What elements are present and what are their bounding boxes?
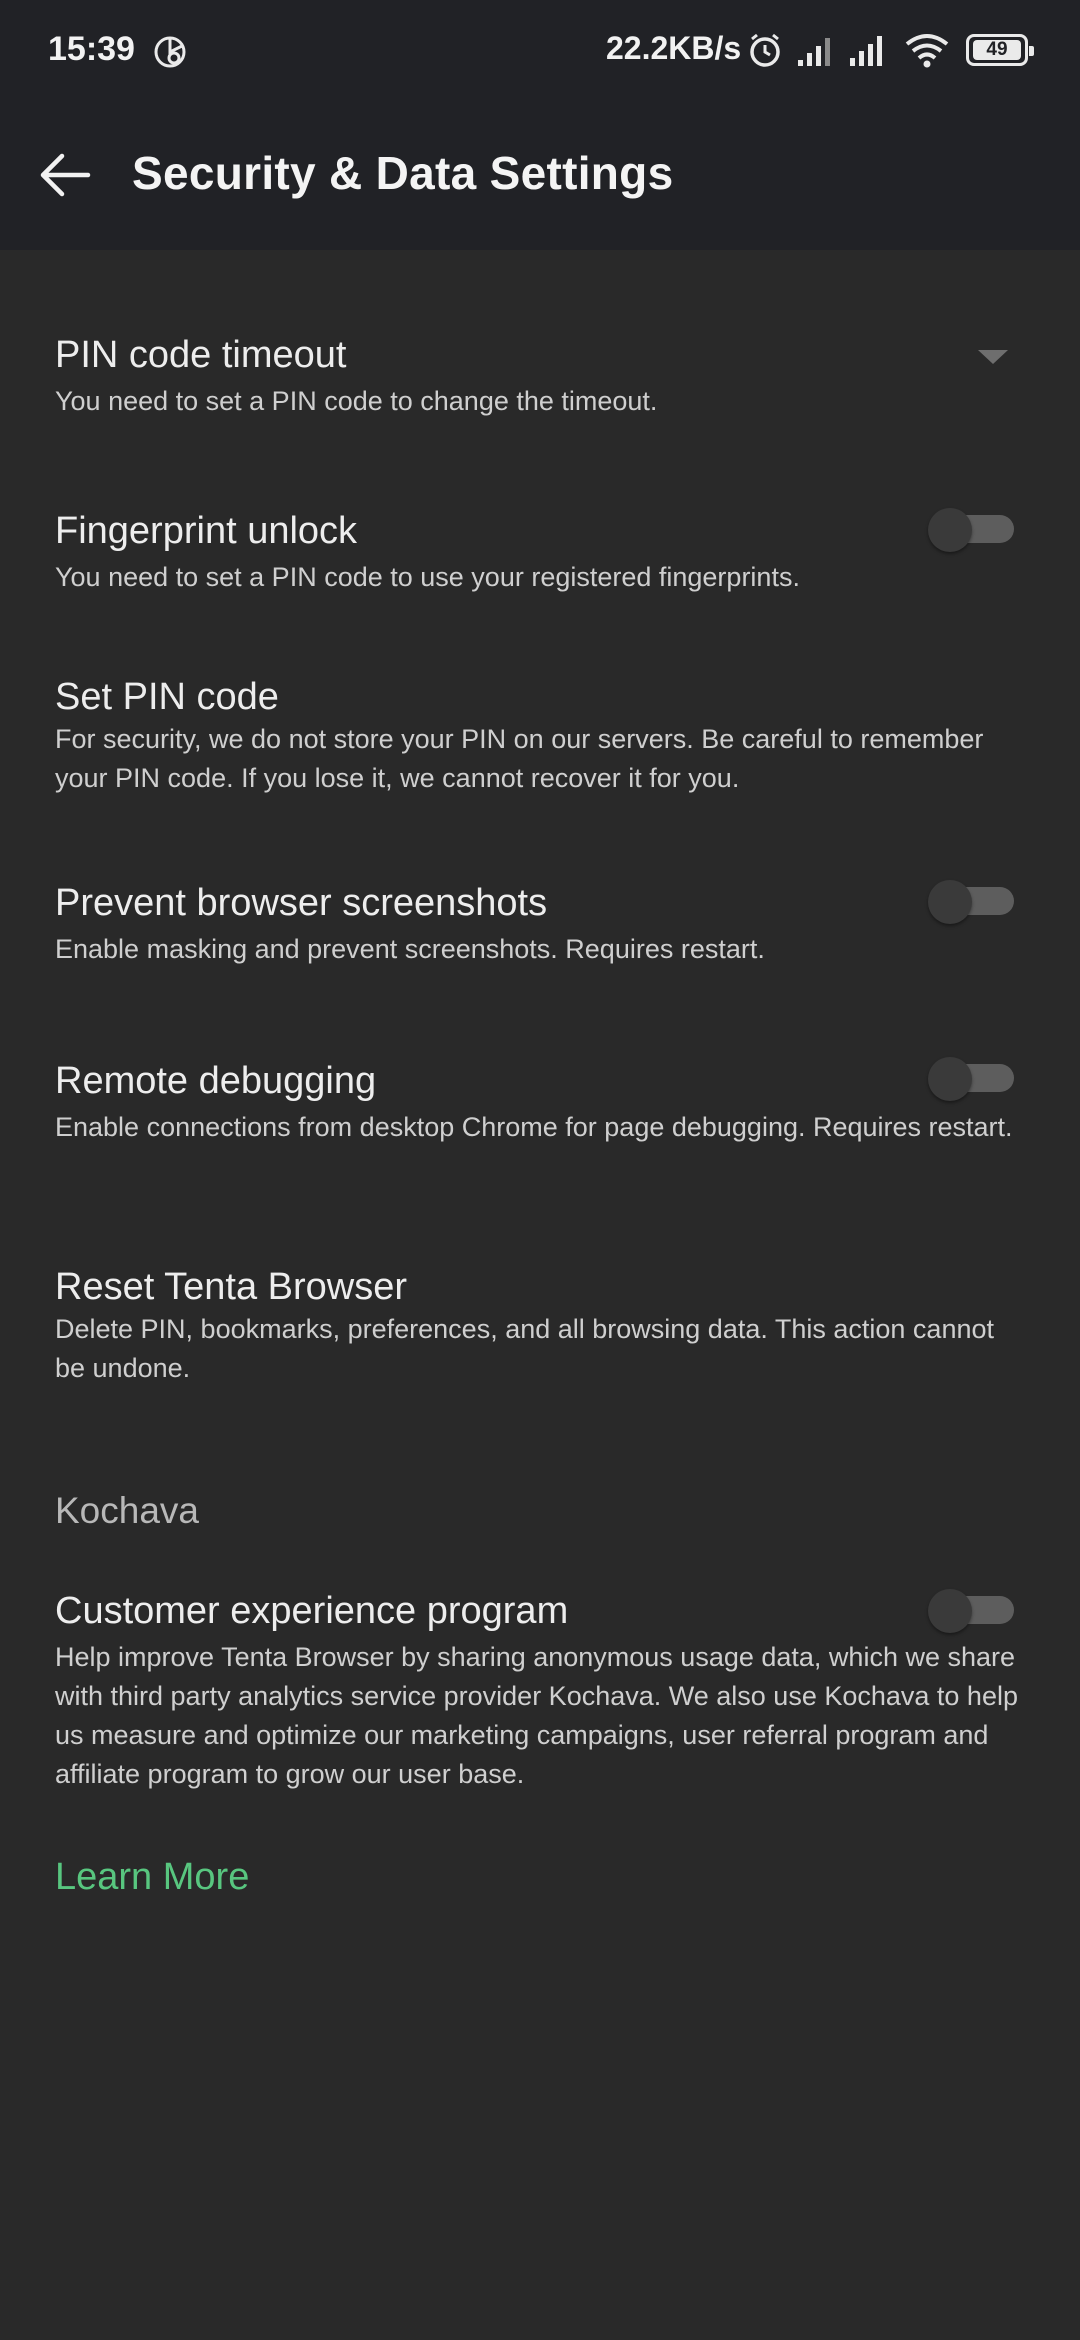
setting-prevent-screenshots[interactable]: Prevent browser screenshots Enable maski…: [55, 880, 1025, 969]
toggle-thumb: [928, 1057, 972, 1101]
setting-set-pin[interactable]: Set PIN code For security, we do not sto…: [55, 674, 1025, 798]
signal-icon: [798, 38, 830, 66]
setting-description: Enable connections from desktop Chrome f…: [55, 1112, 1013, 1142]
setting-title: PIN code timeout: [55, 334, 347, 376]
network-speed: 22.2KB/s: [606, 30, 742, 66]
setting-description: Delete PIN, bookmarks, preferences, and …: [55, 1314, 995, 1383]
remote-debugging-toggle[interactable]: [928, 1057, 1018, 1101]
setting-description: You need to set a PIN code to change the…: [55, 386, 658, 416]
setting-remote-debugging[interactable]: Remote debugging Enable connections from…: [55, 1058, 1025, 1147]
dropdown-arrow-icon[interactable]: [978, 350, 1008, 364]
setting-pin-timeout[interactable]: PIN code timeout You need to set a PIN c…: [55, 332, 1025, 421]
setting-customer-experience[interactable]: Customer experience program Help improve…: [55, 1588, 1025, 1794]
app-status-icon: [154, 36, 186, 68]
setting-title: Remote debugging: [55, 1060, 377, 1102]
setting-title: Fingerprint unlock: [55, 510, 358, 552]
toggle-thumb: [928, 508, 972, 552]
prevent-screenshots-toggle[interactable]: [928, 880, 1018, 924]
setting-reset-browser[interactable]: Reset Tenta Browser Delete PIN, bookmark…: [55, 1264, 1025, 1388]
battery-icon: 49: [966, 34, 1034, 66]
wifi-icon: [905, 34, 949, 68]
signal-icon: [850, 36, 882, 66]
setting-title: Customer experience program: [55, 1590, 569, 1632]
setting-description: Help improve Tenta Browser by sharing an…: [55, 1642, 1018, 1789]
setting-title: Set PIN code: [55, 676, 279, 718]
setting-description: You need to set a PIN code to use your r…: [55, 562, 800, 592]
setting-title: Prevent browser screenshots: [55, 882, 548, 924]
status-bar: 15:39 22.2KB/s 49: [0, 0, 1080, 100]
setting-description: For security, we do not store your PIN o…: [55, 724, 984, 793]
toggle-thumb: [928, 1589, 972, 1633]
page-title: Security & Data Settings: [132, 147, 674, 199]
alarm-icon: [750, 33, 780, 67]
customer-experience-toggle[interactable]: [928, 1589, 1018, 1633]
battery-level: 49: [973, 39, 1021, 60]
fingerprint-toggle[interactable]: [928, 508, 1018, 552]
setting-description: Enable masking and prevent screenshots. …: [55, 934, 765, 964]
section-header-kochava: Kochava: [55, 1490, 199, 1531]
setting-title: Reset Tenta Browser: [55, 1266, 408, 1308]
arrow-left-icon[interactable]: [30, 140, 100, 210]
learn-more-link[interactable]: Learn More: [55, 1856, 249, 1899]
setting-fingerprint-unlock[interactable]: Fingerprint unlock You need to set a PIN…: [55, 508, 1025, 597]
status-time: 15:39: [48, 30, 135, 68]
toggle-thumb: [928, 880, 972, 924]
